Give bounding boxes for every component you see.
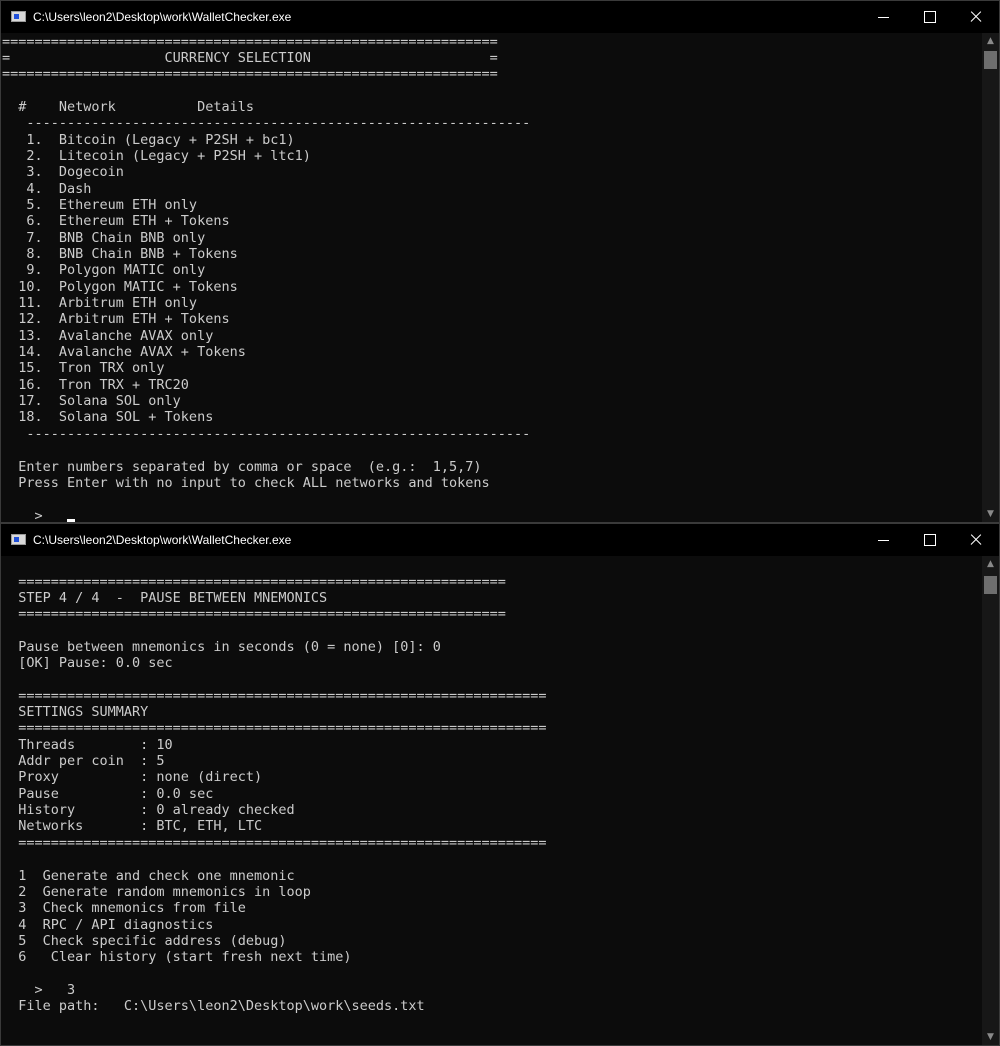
- console-line: 4 RPC / API diagnostics: [2, 917, 214, 933]
- text-cursor: [67, 519, 75, 522]
- console-output[interactable]: ========================================…: [2, 556, 981, 1045]
- vertical-scrollbar[interactable]: ▲ ▼: [982, 556, 999, 1045]
- console-line: History : 0 already checked: [2, 802, 295, 818]
- console-line: [OK] Pause: 0.0 sec: [2, 655, 173, 671]
- scroll-down-arrow-icon[interactable]: ▼: [982, 506, 999, 522]
- console-line: Addr per coin : 5: [2, 753, 165, 769]
- vertical-scrollbar[interactable]: ▲ ▼: [982, 33, 999, 522]
- console-line: Threads : 10: [2, 737, 173, 753]
- scroll-down-arrow-icon[interactable]: ▼: [982, 1029, 999, 1045]
- console-line: Press Enter with no input to check ALL n…: [2, 475, 490, 491]
- console-app-icon[interactable]: [11, 11, 26, 22]
- console-line: ========================================…: [2, 835, 547, 851]
- console-line: 6. Ethereum ETH + Tokens: [2, 213, 230, 229]
- console-line: 5. Ethereum ETH only: [2, 197, 198, 213]
- console-line: > 3: [2, 982, 76, 998]
- console-line: Pause between mnemonics in seconds (0 = …: [2, 639, 441, 655]
- scrollbar-thumb[interactable]: [984, 576, 997, 594]
- console-line: 3 Check mnemonics from file: [2, 900, 246, 916]
- console-line: SETTINGS SUMMARY: [2, 704, 149, 720]
- console-line: 3. Dogecoin: [2, 164, 124, 180]
- console-line: 12. Arbitrum ETH + Tokens: [2, 311, 230, 327]
- console-line: 1 Generate and check one mnemonic: [2, 868, 295, 884]
- console-line: Proxy : none (direct): [2, 769, 263, 785]
- console-line: ========================================…: [2, 606, 506, 622]
- console-line: 8. BNB Chain BNB + Tokens: [2, 246, 238, 262]
- minimize-button[interactable]: [861, 1, 907, 33]
- console-line: 13. Avalanche AVAX only: [2, 328, 214, 344]
- console-line: 7. BNB Chain BNB only: [2, 230, 206, 246]
- console-line: 2 Generate random mnemonics in loop: [2, 884, 311, 900]
- console-line: 17. Solana SOL only: [2, 393, 181, 409]
- console-line: ========================================…: [2, 66, 498, 82]
- console-line: ========================================…: [2, 720, 547, 736]
- console-line: Enter numbers separated by comma or spac…: [2, 459, 482, 475]
- window-title: C:\Users\leon2\Desktop\work\WalletChecke…: [33, 10, 292, 24]
- console-line: ========================================…: [2, 688, 547, 704]
- console-line: ----------------------------------------…: [2, 426, 531, 442]
- console-line: 10. Polygon MATIC + Tokens: [2, 279, 238, 295]
- console-line: 14. Avalanche AVAX + Tokens: [2, 344, 246, 360]
- console-line: Pause : 0.0 sec: [2, 786, 214, 802]
- console-window-currency-selection: C:\Users\leon2\Desktop\work\WalletChecke…: [0, 0, 1000, 523]
- scroll-up-arrow-icon[interactable]: ▲: [982, 556, 999, 572]
- console-line: ----------------------------------------…: [2, 115, 531, 131]
- console-line: 18. Solana SOL + Tokens: [2, 409, 214, 425]
- minimize-button[interactable]: [861, 524, 907, 556]
- console-app-icon[interactable]: [11, 534, 26, 545]
- console-line: = CURRENCY SELECTION =: [2, 50, 498, 66]
- close-button[interactable]: [953, 524, 999, 556]
- console-line: >: [2, 508, 43, 522]
- maximize-button[interactable]: [907, 1, 953, 33]
- console-line: 6 Clear history (start fresh next time): [2, 949, 352, 965]
- window-title: C:\Users\leon2\Desktop\work\WalletChecke…: [33, 533, 292, 547]
- console-line: 9. Polygon MATIC only: [2, 262, 206, 278]
- scroll-up-arrow-icon[interactable]: ▲: [982, 33, 999, 49]
- console-line: File path: C:\Users\leon2\Desktop\work\s…: [2, 998, 425, 1014]
- console-line: 5 Check specific address (debug): [2, 933, 287, 949]
- console-output[interactable]: ========================================…: [2, 33, 981, 522]
- console-line: 16. Tron TRX + TRC20: [2, 377, 189, 393]
- title-bar[interactable]: C:\Users\leon2\Desktop\work\WalletChecke…: [1, 1, 999, 33]
- console-line: 11. Arbitrum ETH only: [2, 295, 198, 311]
- console-window-settings: C:\Users\leon2\Desktop\work\WalletChecke…: [0, 523, 1000, 1046]
- console-line: 15. Tron TRX only: [2, 360, 165, 376]
- console-line: 2. Litecoin (Legacy + P2SH + ltc1): [2, 148, 311, 164]
- console-line: ========================================…: [2, 574, 506, 590]
- console-line: STEP 4 / 4 - PAUSE BETWEEN MNEMONICS: [2, 590, 328, 606]
- console-line: # Network Details: [2, 99, 254, 115]
- title-bar[interactable]: C:\Users\leon2\Desktop\work\WalletChecke…: [1, 524, 999, 556]
- scrollbar-thumb[interactable]: [984, 51, 997, 69]
- console-line: 4. Dash: [2, 181, 92, 197]
- console-line: ========================================…: [2, 34, 498, 50]
- console-line: 1. Bitcoin (Legacy + P2SH + bc1): [2, 132, 295, 148]
- console-line: Networks : BTC, ETH, LTC: [2, 818, 263, 834]
- maximize-button[interactable]: [907, 524, 953, 556]
- close-button[interactable]: [953, 1, 999, 33]
